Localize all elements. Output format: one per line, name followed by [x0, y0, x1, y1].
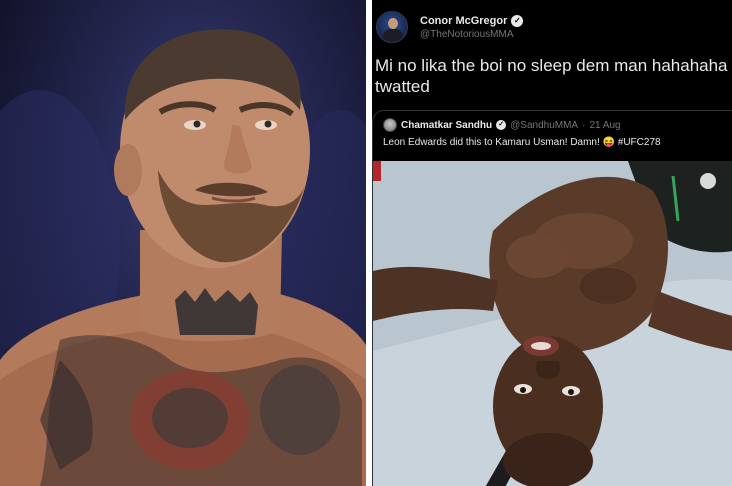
quoted-author-handle[interactable]: @SandhuMMA: [510, 120, 578, 131]
quoted-tweet-header: Chamatkar Sandhu ✓ @SandhuMMA · 21 Aug: [383, 118, 621, 132]
author-avatar[interactable]: [376, 11, 408, 43]
quoted-author-avatar[interactable]: [383, 118, 397, 132]
tweet-card[interactable]: Conor McGregor ✓ @TheNotoriousMMA Mi no …: [372, 0, 732, 486]
tweet-text-line-2: twatted: [375, 77, 430, 96]
quoted-separator: ·: [582, 119, 586, 131]
verified-badge-icon: ✓: [511, 14, 524, 27]
tweet-header: Conor McGregor ✓ @TheNotoriousMMA: [376, 9, 524, 45]
portrait-illustration: [0, 29, 366, 486]
quoted-tweet-photo[interactable]: [373, 161, 732, 486]
fighter-portrait-photo: [0, 0, 366, 486]
quoted-tweet[interactable]: Chamatkar Sandhu ✓ @SandhuMMA · 21 Aug L…: [372, 110, 732, 486]
quoted-tweet-text: Leon Edwards did this to Kamaru Usman! D…: [383, 137, 661, 148]
author-name-row: Conor McGregor ✓: [420, 14, 524, 27]
tweet-text-line-1: Mi no lika the boi no sleep dem man haha…: [375, 56, 732, 75]
quoted-date[interactable]: 21 Aug: [589, 120, 620, 131]
knockout-photo-illustration: [373, 161, 732, 486]
author-display-name[interactable]: Conor McGregor: [420, 15, 507, 27]
tweet-body: Mi no lika the boi no sleep dem man haha…: [375, 55, 732, 97]
quoted-author-name[interactable]: Chamatkar Sandhu: [401, 120, 492, 131]
author-info: Conor McGregor ✓ @TheNotoriousMMA: [420, 14, 524, 40]
quoted-verified-badge-icon: ✓: [496, 120, 507, 130]
author-handle[interactable]: @TheNotoriousMMA: [420, 29, 523, 40]
